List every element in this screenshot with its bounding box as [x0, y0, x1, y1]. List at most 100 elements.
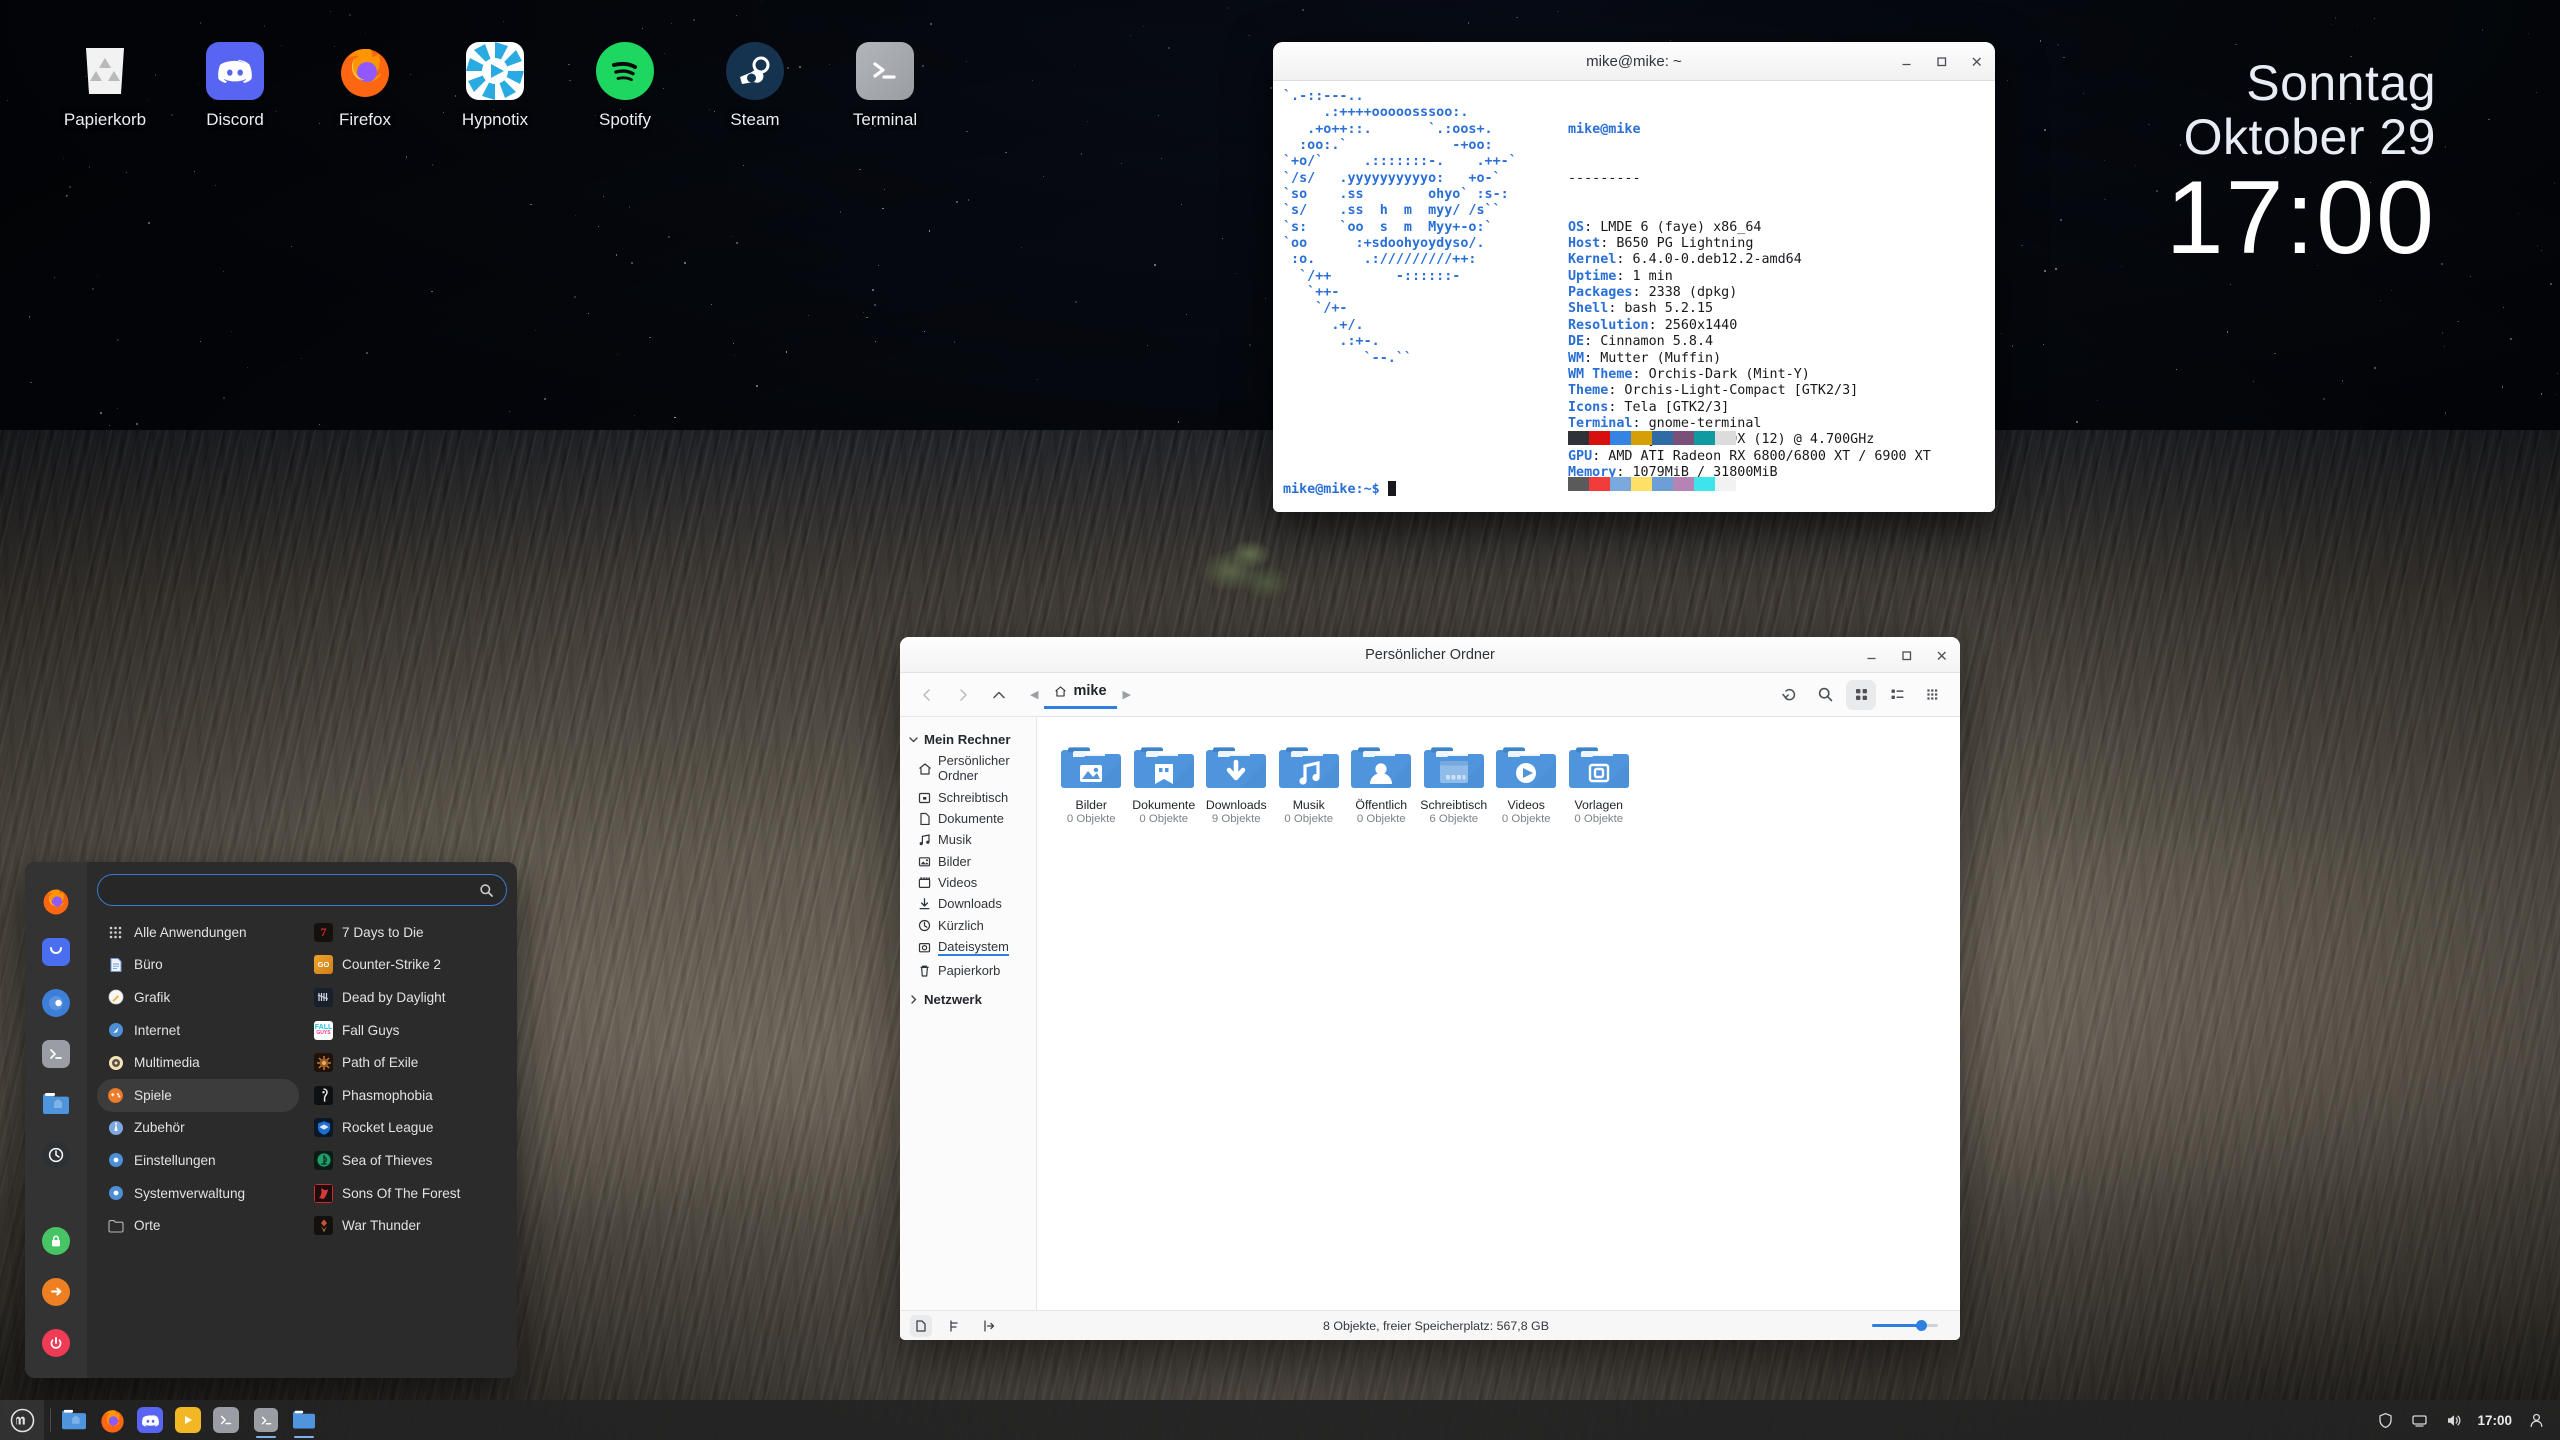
display-icon[interactable]: [2409, 1410, 2429, 1430]
sidebar-section-network[interactable]: Netzwerk: [900, 989, 1036, 1010]
sidebar-item-downloads[interactable]: Downloads: [900, 893, 1036, 914]
file-manager-window[interactable]: Persönlicher Ordner ◀ mike ▶ Mein Rechne…: [900, 637, 1960, 1340]
sidebar-item-videos[interactable]: Videos: [900, 872, 1036, 893]
maximize-icon[interactable]: [1898, 647, 1915, 664]
user-icon[interactable]: [2526, 1410, 2546, 1430]
menu-app-dead-by-daylight[interactable]: Dead by Daylight: [305, 981, 507, 1014]
desktop-icon-terminal[interactable]: Terminal: [820, 40, 950, 130]
favorite-logout[interactable]: [30, 1267, 82, 1318]
close-icon[interactable]: [1933, 647, 1950, 664]
terminal-window[interactable]: mike@mike: ~ `.-::---.. .:++++ooooosssoo…: [1273, 42, 1995, 512]
menu-app-counter-strike-2[interactable]: GO Counter-Strike 2: [305, 949, 507, 982]
file-item[interactable]: Musik 0 Objekte: [1273, 739, 1346, 825]
sidebar-item-bilder[interactable]: Bilder: [900, 851, 1036, 872]
menu-app-sea-of-thieves[interactable]: Sea of Thieves: [305, 1144, 507, 1177]
desktop-icon-firefox[interactable]: Firefox: [300, 40, 430, 130]
back-icon[interactable]: [912, 680, 942, 710]
favorite-power-off[interactable]: [30, 1317, 82, 1368]
shield-icon[interactable]: [2375, 1410, 2395, 1430]
menu-app-7-days-to-die[interactable]: 7 7 Days to Die: [305, 916, 507, 949]
desktop-icon-steam[interactable]: Steam: [690, 40, 820, 130]
search-icon[interactable]: [1810, 680, 1840, 710]
clock-desklet[interactable]: Sonntag Oktober 29 17:00: [2166, 56, 2436, 270]
file-manager-titlebar[interactable]: Persönlicher Ordner: [900, 637, 1960, 673]
file-item[interactable]: Dokumente 0 Objekte: [1128, 739, 1201, 825]
menu-app-sons-of-the-forest[interactable]: Sons Of The Forest: [305, 1177, 507, 1210]
menu-app-war-thunder[interactable]: War Thunder: [305, 1209, 507, 1242]
panel-launcher-files[interactable]: [57, 1403, 91, 1437]
up-icon[interactable]: [984, 680, 1014, 710]
menu-category-orte[interactable]: Orte: [97, 1209, 299, 1242]
tree-toggle-icon[interactable]: [910, 1314, 932, 1337]
menu-category-multimedia[interactable]: Multimedia: [97, 1046, 299, 1079]
terminal-titlebar[interactable]: mike@mike: ~: [1273, 42, 1995, 81]
file-item[interactable]: Videos 0 Objekte: [1490, 739, 1563, 825]
file-item[interactable]: Schreibtisch 6 Objekte: [1418, 739, 1491, 825]
desktop-icon-papierkorb[interactable]: Papierkorb: [40, 40, 170, 130]
view-list-button[interactable]: [1882, 680, 1912, 710]
menu-app-path-of-exile[interactable]: Path of Exile: [305, 1046, 507, 1079]
sidebar-item-dokumente[interactable]: Dokumente: [900, 808, 1036, 829]
sidebar-item-musik[interactable]: Musik: [900, 829, 1036, 850]
favorite-terminal[interactable]: [30, 1028, 82, 1079]
menu-category-alle-anwendungen[interactable]: Alle Anwendungen: [97, 916, 299, 949]
menu-category-spiele[interactable]: Spiele: [97, 1078, 299, 1112]
sidebar-item-kürzlich[interactable]: Kürzlich: [900, 915, 1036, 936]
favorite-software-manager[interactable]: [30, 927, 82, 978]
search-input[interactable]: [110, 882, 471, 898]
zoom-slider-knob[interactable]: [1916, 1320, 1927, 1331]
menu-app-fall-guys[interactable]: FALL GUYS Fall Guys: [305, 1014, 507, 1047]
file-item[interactable]: Bilder 0 Objekte: [1055, 739, 1128, 825]
panel-window-files[interactable]: [287, 1403, 321, 1438]
panel-launcher-terminal[interactable]: [209, 1403, 243, 1437]
favorite-files[interactable]: [30, 1079, 82, 1130]
reload-icon[interactable]: [1774, 680, 1804, 710]
panel-launcher-media-player[interactable]: [171, 1403, 205, 1437]
close-icon[interactable]: [1968, 53, 1985, 70]
favorite-firefox[interactable]: [30, 876, 82, 927]
minimize-icon[interactable]: [1863, 647, 1880, 664]
zoom-slider[interactable]: [1872, 1320, 1938, 1331]
file-item[interactable]: Öffentlich 0 Objekte: [1345, 739, 1418, 825]
sidebar-toggle-icon[interactable]: [978, 1315, 1000, 1337]
menu-category-internet[interactable]: Internet: [97, 1014, 299, 1047]
breadcrumb-item-mike[interactable]: mike: [1044, 680, 1117, 709]
breadcrumb-next-icon[interactable]: ▶: [1119, 688, 1135, 701]
favorite-settings[interactable]: [30, 978, 82, 1029]
view-icons-button[interactable]: [1846, 679, 1876, 710]
breadcrumb-prev-icon[interactable]: ◀: [1026, 688, 1042, 701]
menu-app-phasmophobia[interactable]: Phasmophobia: [305, 1079, 507, 1112]
sidebar-section-computer[interactable]: Mein Rechner: [900, 729, 1036, 750]
file-item[interactable]: Vorlagen 0 Objekte: [1563, 739, 1636, 825]
favorite-lock-screen[interactable]: [30, 1216, 82, 1267]
menu-category-zubehör[interactable]: Zubehör: [97, 1112, 299, 1145]
file-item[interactable]: Downloads 9 Objekte: [1200, 739, 1273, 825]
menu-category-büro[interactable]: Büro: [97, 949, 299, 982]
panel-launcher-firefox[interactable]: [95, 1403, 129, 1437]
file-manager-content[interactable]: Bilder 0 Objekte Dokumente 0 Objekte Downloa…: [1037, 717, 1960, 1310]
volume-icon[interactable]: [2443, 1410, 2463, 1430]
desktop-icon-spotify[interactable]: Spotify: [560, 40, 690, 130]
menu-search-box[interactable]: [97, 874, 507, 906]
terminal-body[interactable]: `.-::---.. .:++++ooooosssoo:. .+o++::. `…: [1273, 81, 1995, 512]
sidebar-item-schreibtisch[interactable]: Schreibtisch: [900, 786, 1036, 807]
places-toggle-icon[interactable]: [944, 1315, 966, 1337]
menu-category-einstellungen[interactable]: Einstellungen: [97, 1144, 299, 1177]
menu-category-grafik[interactable]: Grafik: [97, 981, 299, 1014]
minimize-icon[interactable]: [1898, 53, 1915, 70]
view-compact-button[interactable]: [1918, 680, 1948, 710]
menu-button[interactable]: [0, 1400, 44, 1440]
panel-window-terminal[interactable]: [249, 1403, 283, 1438]
application-menu[interactable]: Alle Anwendungen Büro Grafik Internet Multim…: [25, 862, 517, 1378]
favorite-timeshift[interactable]: [30, 1130, 82, 1181]
panel-launcher-discord[interactable]: [133, 1403, 167, 1437]
sidebar-item-persönlicher-ordner[interactable]: Persönlicher Ordner: [900, 750, 1036, 786]
sidebar-item-papierkorb[interactable]: Papierkorb: [900, 959, 1036, 980]
menu-app-rocket-league[interactable]: Rocket League: [305, 1112, 507, 1145]
forward-icon[interactable]: [948, 680, 978, 710]
desktop-icon-hypnotix[interactable]: Hypnotix: [430, 40, 560, 130]
sidebar-item-dateisystem[interactable]: Dateisystem: [900, 936, 1036, 959]
panel-clock[interactable]: 17:00: [2477, 1413, 2512, 1428]
desktop-icon-discord[interactable]: Discord: [170, 40, 300, 130]
menu-category-systemverwaltung[interactable]: Systemverwaltung: [97, 1177, 299, 1210]
